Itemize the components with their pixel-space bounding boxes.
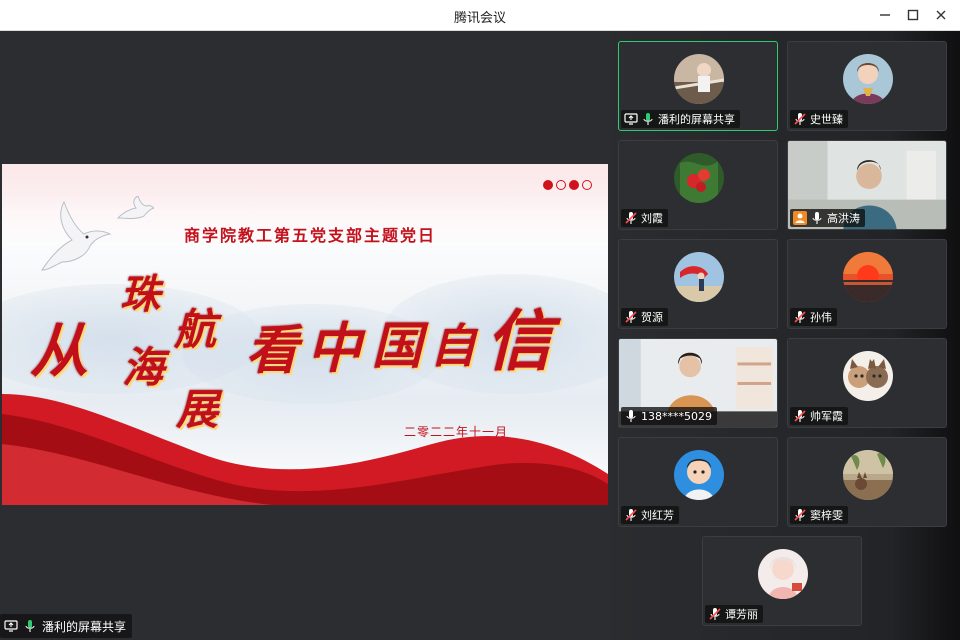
- microphone-muted-icon: [624, 211, 638, 225]
- calligraphy-char: 珠: [120, 271, 160, 318]
- avatar: [843, 351, 893, 401]
- participant-tile[interactable]: 史世臻: [787, 41, 947, 131]
- participant-name: 高洪涛: [827, 212, 860, 225]
- host-icon: [793, 211, 807, 225]
- avatar: [674, 54, 724, 104]
- avatar: [674, 153, 724, 203]
- maximize-icon: [907, 9, 919, 21]
- calligraphy-char: 航: [174, 305, 217, 354]
- participant-tile[interactable]: 谭芳丽: [702, 536, 862, 626]
- red-ribbon-decoration: [2, 394, 608, 505]
- microphone-icon: [23, 619, 37, 633]
- participant-name: 谭芳丽: [725, 608, 758, 621]
- participant-label: 帅军霞: [790, 407, 848, 425]
- participant-label: 高洪涛: [790, 209, 865, 227]
- participant-label: 谭芳丽: [705, 605, 763, 623]
- close-icon: [936, 10, 946, 20]
- microphone-icon: [810, 211, 824, 225]
- participant-gallery: 潘利的屏幕共享 史世臻 刘霞 高洪涛 贺源 孙伟 138****5029 帅军霞…: [610, 31, 960, 640]
- participant-name: 孙伟: [810, 311, 832, 324]
- screen-share-icon: [4, 619, 18, 633]
- participant-name: 刘霞: [641, 212, 663, 225]
- participant-label: 潘利的屏幕共享: [621, 110, 740, 128]
- avatar: [674, 252, 724, 302]
- minimize-icon: [880, 14, 890, 16]
- microphone-icon: [624, 409, 638, 423]
- minimize-button[interactable]: [872, 4, 898, 26]
- participant-name: 贺源: [641, 311, 663, 324]
- avatar: [674, 450, 724, 500]
- screen-share-icon: [624, 112, 638, 126]
- microphone-muted-icon: [793, 112, 807, 126]
- avatar: [758, 549, 808, 599]
- participant-name: 刘红芳: [641, 509, 674, 522]
- participant-label: 138****5029: [621, 407, 717, 425]
- slide-subtitle: 商学院教工第五党支部主题党日: [184, 226, 437, 245]
- microphone-icon: [641, 112, 655, 126]
- window-title: 腾讯会议: [453, 11, 506, 26]
- microphone-muted-icon: [793, 310, 807, 324]
- title-bar: 腾讯会议: [0, 0, 960, 31]
- participant-tile[interactable]: 潘利的屏幕共享: [618, 41, 778, 131]
- participant-name: 138****5029: [641, 409, 712, 423]
- participant-tile[interactable]: 孙伟: [787, 239, 947, 329]
- microphone-muted-icon: [624, 310, 638, 324]
- screen-share-indicator: 潘利的屏幕共享: [0, 614, 133, 638]
- participant-tile[interactable]: 帅军霞: [787, 338, 947, 428]
- participant-label: 窦梓雯: [790, 506, 848, 524]
- dove-icon: [116, 196, 154, 219]
- participant-name: 潘利的屏幕共享: [658, 113, 735, 126]
- participant-name: 史世臻: [810, 113, 843, 126]
- slide-dots-decoration: [543, 180, 592, 190]
- calligraphy-char: 中: [307, 316, 361, 380]
- microphone-muted-icon: [708, 607, 722, 621]
- share-label: 潘利的屏幕共享: [42, 619, 127, 634]
- maximize-button[interactable]: [900, 4, 926, 26]
- microphone-muted-icon: [793, 409, 807, 423]
- shared-slide: 商学院教工第五党支部主题党日 从 珠 航 海 展 看 中 国 自 信 二零二二年…: [2, 164, 608, 505]
- participant-tile[interactable]: 刘红芳: [618, 437, 778, 527]
- calligraphy-char: 国: [372, 316, 422, 375]
- participant-name: 窦梓雯: [810, 509, 843, 522]
- participant-tile[interactable]: 138****5029: [618, 338, 778, 428]
- shared-screen-area[interactable]: 商学院教工第五党支部主题党日 从 珠 航 海 展 看 中 国 自 信 二零二二年…: [0, 31, 610, 640]
- participant-label: 贺源: [621, 308, 668, 326]
- participant-label: 史世臻: [790, 110, 848, 128]
- calligraphy-char: 从: [30, 317, 89, 385]
- participant-label: 刘霞: [621, 209, 668, 227]
- participant-tile[interactable]: 刘霞: [618, 140, 778, 230]
- participant-tile[interactable]: 贺源: [618, 239, 778, 329]
- calligraphy-char: 看: [246, 320, 299, 381]
- microphone-muted-icon: [624, 508, 638, 522]
- participant-label: 刘红芳: [621, 506, 679, 524]
- participant-tile[interactable]: 窦梓雯: [787, 437, 947, 527]
- microphone-muted-icon: [793, 508, 807, 522]
- calligraphy-char: 自: [430, 319, 476, 373]
- participant-label: 孙伟: [790, 308, 837, 326]
- avatar: [843, 252, 893, 302]
- calligraphy-char: 信: [486, 302, 552, 380]
- participant-name: 帅军霞: [810, 410, 843, 423]
- dove-icon: [41, 200, 112, 271]
- close-button[interactable]: [928, 4, 954, 26]
- avatar: [843, 54, 893, 104]
- participant-tile[interactable]: 高洪涛: [787, 140, 947, 230]
- avatar: [843, 450, 893, 500]
